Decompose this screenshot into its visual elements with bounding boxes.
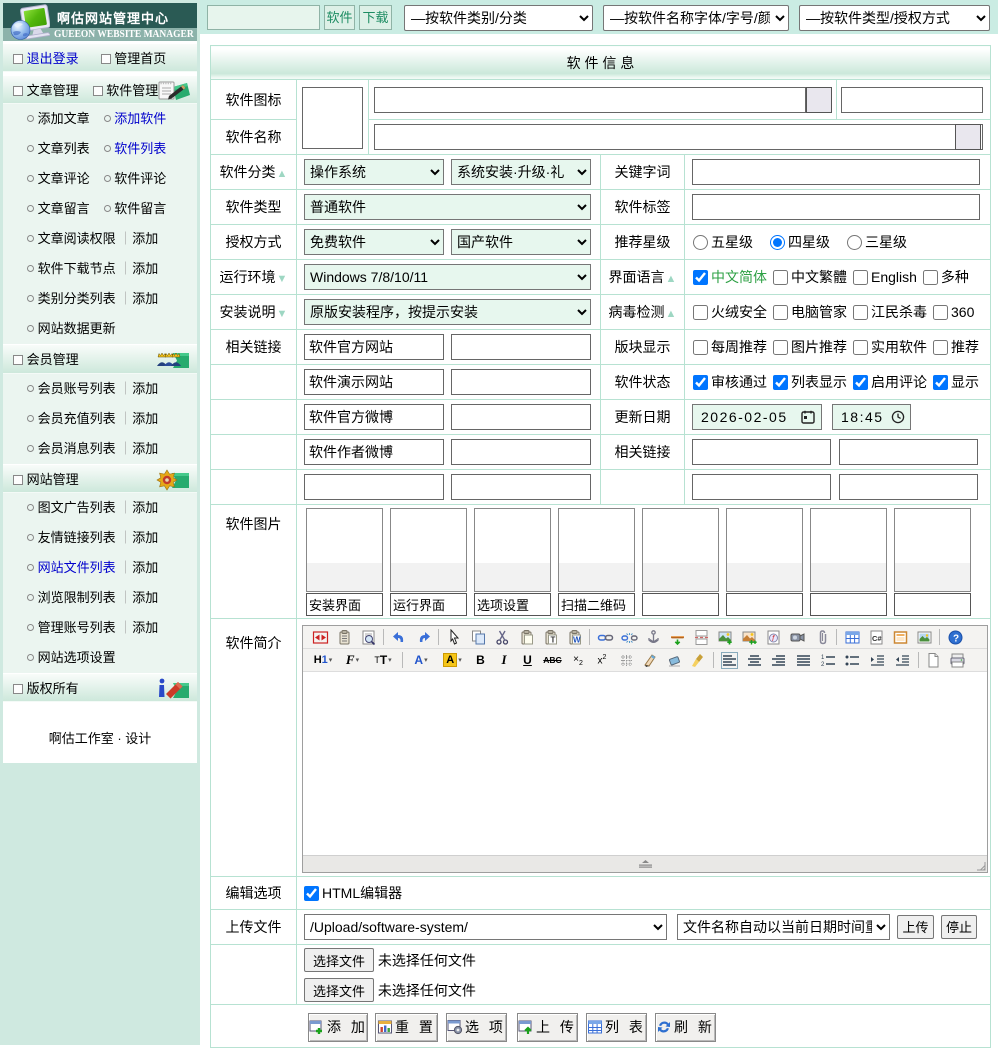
svg-text:?: ?	[953, 633, 959, 644]
svg-text:1: 1	[821, 655, 825, 661]
svg-text:W: W	[573, 635, 581, 644]
svg-text:2: 2	[821, 662, 825, 668]
svg-text:C#: C#	[872, 634, 882, 643]
svg-text:T: T	[550, 635, 555, 644]
